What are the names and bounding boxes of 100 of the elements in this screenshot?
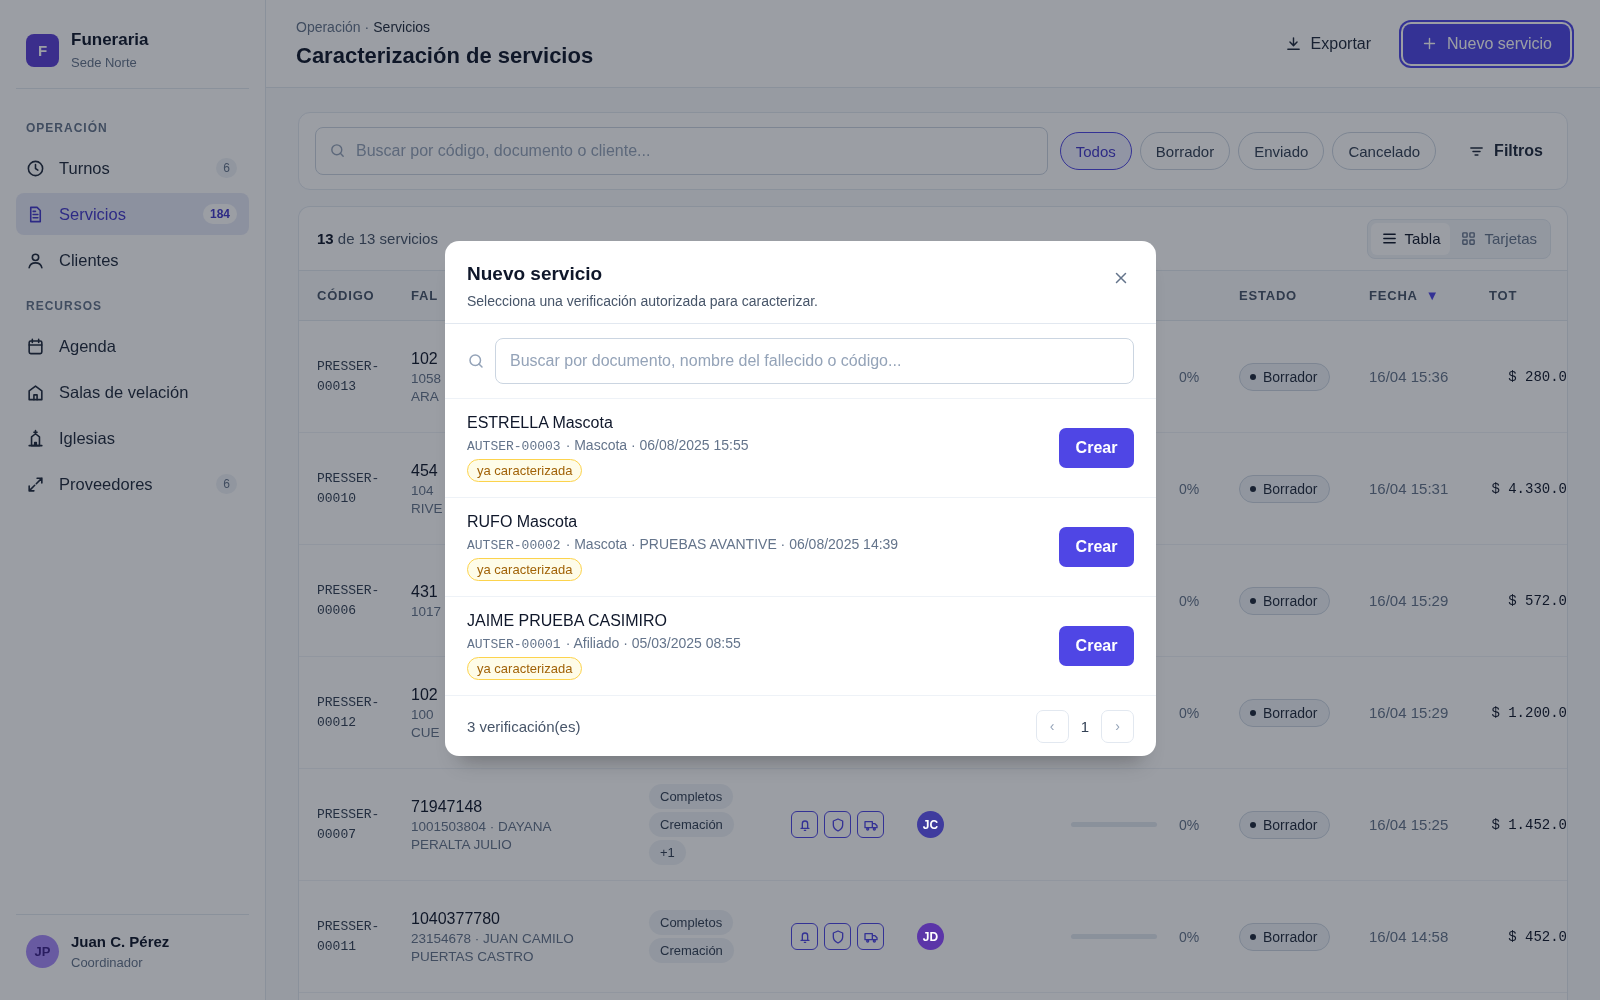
- sidebar-item[interactable]: Agenda: [16, 325, 249, 367]
- progress-percent: 0%: [1179, 704, 1200, 721]
- deceased-detail: 104: [411, 482, 434, 498]
- service-code: PRESSER-00012: [317, 693, 381, 732]
- search-field[interactable]: Buscar por código, documento o cliente...: [315, 127, 1048, 175]
- status-badge: ya caracterizada: [467, 459, 583, 482]
- clock-icon: [26, 158, 45, 178]
- previous-page-button[interactable]: ‹: [1035, 709, 1069, 743]
- service-code: PRESSER-00007: [317, 805, 381, 844]
- deceased-detail: 1058: [411, 370, 442, 386]
- sidebar-item-label: Proveedores: [59, 474, 154, 494]
- create-button[interactable]: Crear: [1059, 527, 1134, 567]
- breadcrumb-link[interactable]: Operación: [296, 18, 361, 35]
- assignee-avatar: JD: [917, 923, 944, 950]
- assignee-avatar: JC: [917, 811, 944, 838]
- filter-chip[interactable]: Enviado: [1238, 132, 1325, 170]
- create-button[interactable]: Crear: [1059, 428, 1134, 468]
- grid-icon: [1460, 230, 1478, 247]
- status-pill: Borrador: [1239, 922, 1331, 951]
- status-pill: Borrador: [1239, 586, 1331, 615]
- sidebar-item-label: Salas de velación: [59, 382, 190, 402]
- modal-subtitle: Selecciona una verificación autorizada para caracterizar.: [467, 293, 818, 309]
- logo: F: [26, 33, 59, 67]
- next-page-button[interactable]: ›: [1101, 709, 1134, 743]
- bell-icon: [791, 811, 818, 838]
- service-tag: Cremación: [649, 812, 734, 837]
- export-button[interactable]: Exportar: [1276, 24, 1380, 63]
- verification-name: RUFO Mascota: [467, 513, 578, 531]
- brand-subtitle: Sede Norte: [71, 55, 138, 70]
- status-pill: Borrador: [1239, 474, 1331, 503]
- truck-icon: [857, 811, 884, 838]
- verification-code: AUTSER-00002: [467, 538, 561, 553]
- column-header[interactable]: TOT: [1489, 288, 1518, 303]
- calendar-icon: [26, 336, 45, 356]
- section-heading: RECURSOS: [25, 298, 103, 315]
- section-heading: OPERACIÓN: [25, 119, 109, 137]
- user-name: Juan C. Pérez: [71, 933, 170, 950]
- deceased-detail: PUERTAS CASTRO: [411, 948, 534, 964]
- progress-percent: 0%: [1179, 480, 1200, 497]
- sort-indicator[interactable]: ▼: [1425, 288, 1439, 303]
- expand-arrows-icon: [26, 474, 45, 494]
- progress-percent: 0%: [1179, 368, 1200, 385]
- column-header[interactable]: FECHA: [1369, 288, 1418, 303]
- document-number: 431: [411, 582, 438, 601]
- date-text: 16/04 15:25: [1369, 816, 1449, 833]
- date-text: 16/04 15:29: [1369, 704, 1449, 721]
- total-amount: $ 572.0: [1508, 592, 1567, 609]
- user-avatar: JP: [26, 935, 59, 968]
- view-tab[interactable]: Tabla: [1370, 222, 1451, 255]
- service-tag: +1: [649, 840, 686, 865]
- service-code: PRESSER-00013: [317, 357, 381, 396]
- search-icon: [467, 352, 485, 370]
- service-code: PRESSER-00006: [317, 581, 381, 620]
- service-code: PRESSER-00011: [317, 917, 381, 956]
- bell-icon: [791, 923, 818, 950]
- date-text: 16/04 15:31: [1369, 480, 1449, 497]
- total-amount: $ 280.0: [1508, 368, 1567, 385]
- column-header[interactable]: FAL: [411, 288, 438, 303]
- view-tab[interactable]: Tarjetas: [1450, 222, 1547, 255]
- count-badge: 6: [216, 474, 237, 494]
- document-number: 454: [411, 461, 438, 480]
- column-header[interactable]: ESTADO: [1239, 288, 1297, 303]
- page-title: Caracterización de servicios: [296, 42, 594, 69]
- deceased-detail: CUE: [411, 724, 440, 740]
- date-text: 16/04 15:36: [1369, 368, 1449, 385]
- verification-name: ESTRELLA Mascota: [467, 414, 613, 432]
- sidebar-item[interactable]: Clientes: [16, 239, 249, 281]
- deceased-detail: 100: [411, 706, 434, 722]
- service-tag: Cremación: [649, 938, 734, 963]
- filter-chip[interactable]: Borrador: [1139, 132, 1231, 170]
- breadcrumb-separator: ·: [364, 18, 370, 35]
- column-header[interactable]: CÓDIGO: [317, 288, 375, 303]
- service-tag: Completos: [649, 784, 734, 809]
- sidebar-item-label: Servicios: [59, 204, 127, 224]
- sidebar-item[interactable]: Proveedores 6: [16, 463, 249, 505]
- total-amount: $ 4.330.0: [1491, 480, 1567, 497]
- verification-meta: · Mascota · 06/08/2025 15:55: [565, 437, 749, 453]
- progress-percent: 0%: [1179, 928, 1200, 945]
- total-amount: $ 1.452.0: [1491, 816, 1567, 833]
- sidebar-item[interactable]: Servicios 184: [16, 193, 249, 235]
- user-role: Coordinador: [71, 955, 144, 970]
- search-field[interactable]: Buscar por documento, nombre del fallecido o código...: [495, 338, 1134, 384]
- total-amount: $ 1.200.0: [1491, 704, 1567, 721]
- sidebar-item[interactable]: Iglesias: [16, 417, 249, 459]
- sidebar-item[interactable]: Turnos 6: [16, 147, 249, 189]
- filter-chip[interactable]: Todos: [1059, 132, 1132, 170]
- truck-icon: [857, 923, 884, 950]
- sidebar-item-label: Clientes: [59, 250, 120, 270]
- filters-button[interactable]: Filtros: [1460, 132, 1551, 170]
- page-number[interactable]: 1: [1080, 717, 1089, 735]
- verification-meta: · Mascota · PRUEBAS AVANTIVE · 06/08/2025 14:39: [565, 536, 899, 552]
- verification-code: AUTSER-00003: [467, 439, 561, 454]
- church-icon: [26, 428, 45, 448]
- total-amount: $ 452.0: [1508, 928, 1567, 945]
- date-text: 16/04 14:58: [1369, 928, 1449, 945]
- create-button[interactable]: Crear: [1059, 626, 1134, 666]
- filter-chip[interactable]: Cancelado: [1332, 132, 1437, 170]
- shield-icon: [824, 811, 851, 838]
- sidebar-item[interactable]: Salas de velación: [16, 371, 249, 413]
- deceased-detail: 1001503804 · DAYANA: [411, 818, 552, 834]
